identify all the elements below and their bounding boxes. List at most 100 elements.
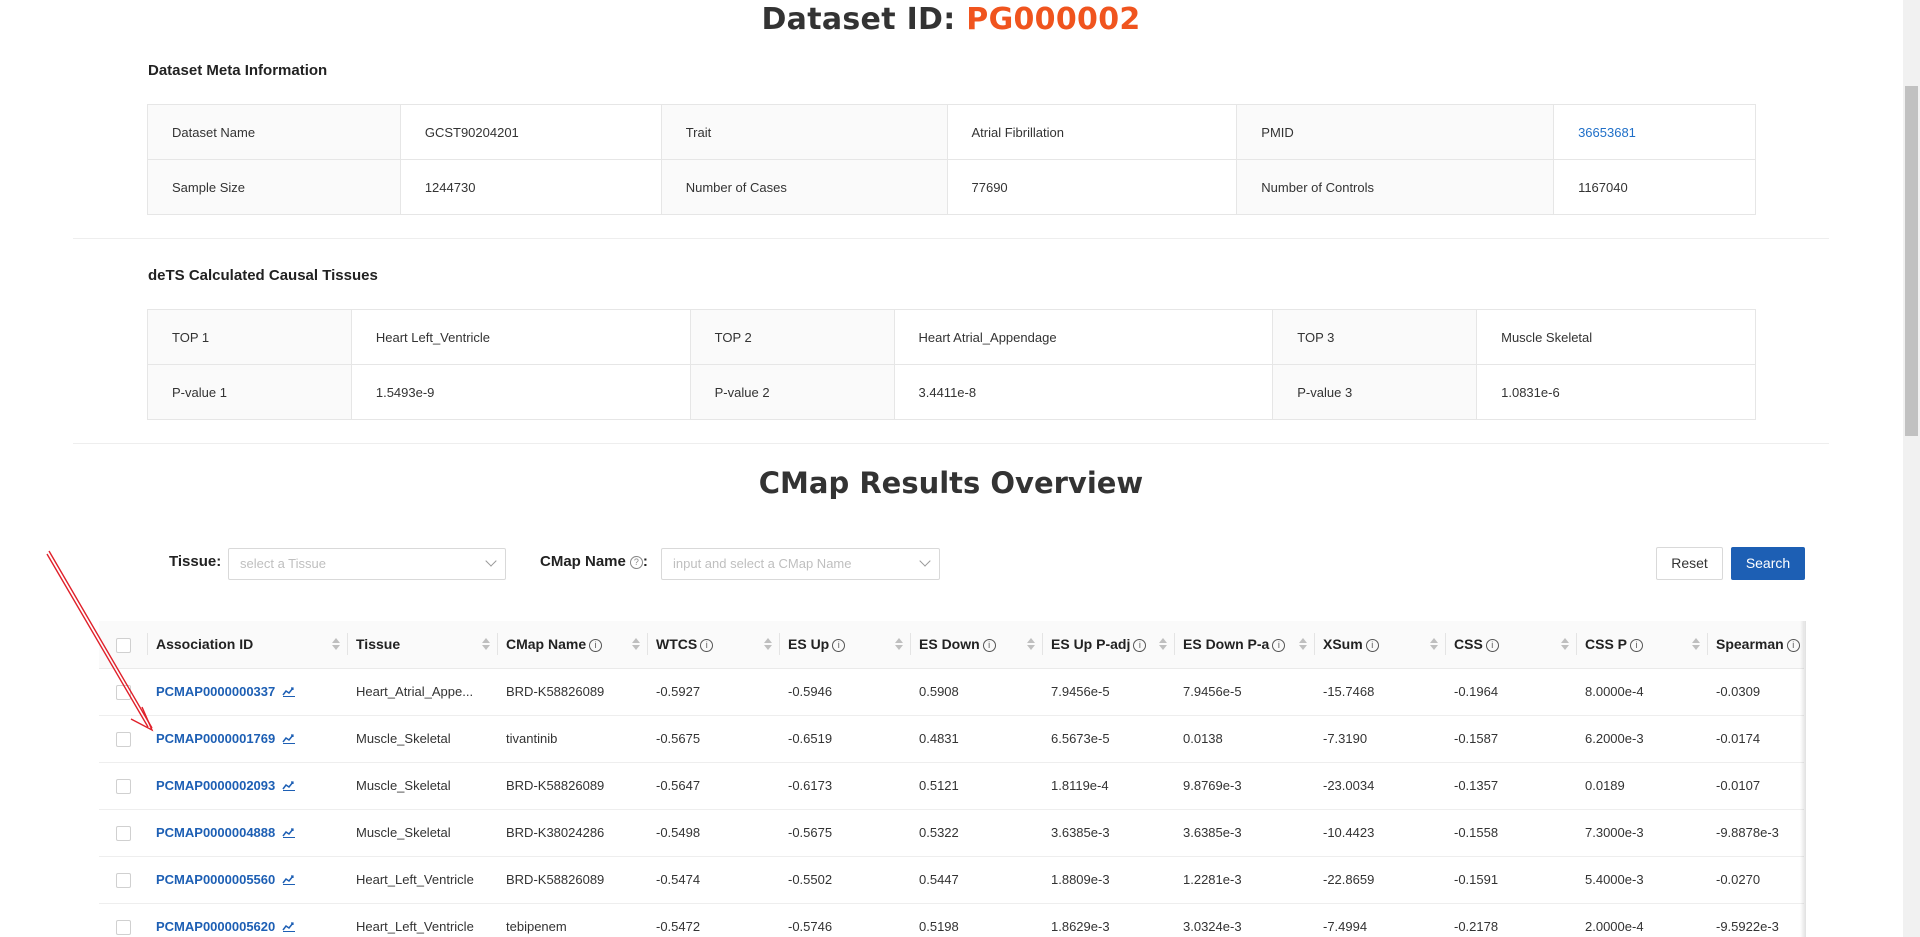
table-row[interactable]: PCMAP0000002093 Muscle_Skeletal BRD-K58826…: [99, 762, 1804, 810]
table-row[interactable]: PCMAP0000004888 Muscle_Skeletal BRD-K38024…: [99, 809, 1804, 857]
association-id-link[interactable]: PCMAP0000005560: [156, 872, 275, 887]
tissue-filter-label-text: Tissue: [169, 553, 217, 570]
table-cell: -0.0107: [1708, 762, 1804, 810]
sort-icon[interactable]: [632, 638, 640, 651]
table-cell: 0.0138: [1175, 715, 1315, 763]
column-header-label: CSS P: [1585, 636, 1628, 653]
tissues-heading: deTS Calculated Causal Tissues: [148, 267, 378, 284]
info-icon[interactable]: i: [982, 639, 996, 653]
association-id-link[interactable]: PCMAP0000004888: [156, 825, 275, 840]
table-cell: Heart_Left_Ventricle: [348, 903, 498, 937]
info-icon[interactable]: i: [1133, 639, 1147, 653]
sort-icon[interactable]: [764, 638, 772, 651]
column-header[interactable]: CMap Name i: [498, 621, 648, 669]
column-header-label: ES Up P-adj: [1051, 636, 1131, 653]
select-all-checkbox[interactable]: [116, 637, 131, 653]
info-icon[interactable]: i: [1786, 639, 1800, 653]
info-icon[interactable]: i: [700, 639, 714, 653]
sort-icon[interactable]: [332, 638, 340, 651]
column-header[interactable]: WTCS i: [648, 621, 780, 669]
column-header[interactable]: ES Down P-a i: [1175, 621, 1315, 669]
sort-icon[interactable]: [1692, 638, 1700, 651]
table-cell: 0.5447: [911, 856, 1043, 904]
info-icon[interactable]: i: [1485, 639, 1499, 653]
table-cell: -0.5647: [648, 762, 780, 810]
trend-chart-icon[interactable]: [282, 732, 296, 747]
row-checkbox[interactable]: [116, 872, 131, 888]
tissue-rank-value: Heart Left_Ventricle: [350, 309, 691, 365]
column-header[interactable]: XSum i: [1315, 621, 1446, 669]
info-icon[interactable]: i: [589, 639, 603, 653]
association-id-cell: PCMAP0000004888: [148, 809, 348, 857]
meta-label: Number of Controls: [1236, 159, 1555, 215]
trend-chart-icon[interactable]: [282, 779, 296, 794]
column-header[interactable]: Association ID: [148, 621, 348, 669]
trend-chart-icon[interactable]: [282, 826, 296, 841]
association-id-cell: PCMAP0000005620: [148, 903, 348, 937]
column-header[interactable]: CSS Pi: [1577, 621, 1708, 669]
table-cell: 0.4831: [911, 715, 1043, 763]
pmid-link[interactable]: 36653681: [1578, 125, 1636, 140]
trend-chart-icon[interactable]: [282, 873, 296, 888]
trend-chart-icon[interactable]: [282, 920, 296, 935]
results-table-container[interactable]: Association ID Tissue CMap Name i WTCS i E…: [99, 621, 1804, 937]
info-icon[interactable]: i: [1365, 639, 1379, 653]
table-cell: 9.8769e-3: [1175, 762, 1315, 810]
row-checkbox[interactable]: [116, 825, 131, 841]
row-checkbox[interactable]: [116, 778, 131, 794]
info-icon[interactable]: i: [1630, 639, 1644, 653]
association-id-link[interactable]: PCMAP0000002093: [156, 778, 275, 793]
column-header[interactable]: ES Up i: [780, 621, 911, 669]
sort-icon[interactable]: [1430, 638, 1438, 651]
sort-icon[interactable]: [1027, 638, 1035, 651]
table-row[interactable]: PCMAP0000000337 Heart_Atrial_Appe... BRD-K…: [99, 668, 1804, 716]
association-id-cell: PCMAP0000000337: [148, 668, 348, 716]
association-id-link[interactable]: PCMAP0000001769: [156, 731, 275, 746]
table-row[interactable]: PCMAP0000001769 Muscle_Skeletal tivantinib…: [99, 715, 1804, 763]
row-checkbox[interactable]: [116, 919, 131, 935]
sort-icon[interactable]: [482, 638, 490, 651]
pvalue-label: P-value 3: [1272, 364, 1478, 420]
table-cell: -0.5502: [780, 856, 911, 904]
sort-icon[interactable]: [1299, 638, 1307, 651]
cmap-name-select[interactable]: input and select a CMap Name: [661, 548, 940, 580]
column-header[interactable]: CSS i: [1446, 621, 1577, 669]
meta-value: 1167040: [1553, 159, 1756, 215]
table-cell: 0.5121: [911, 762, 1043, 810]
column-header[interactable]: Spearman i: [1708, 621, 1804, 669]
row-checkbox[interactable]: [116, 731, 131, 747]
row-select-cell: [99, 903, 148, 937]
table-cell: -0.5675: [648, 715, 780, 763]
association-id-link[interactable]: PCMAP0000000337: [156, 684, 275, 699]
info-icon[interactable]: i: [832, 639, 846, 653]
column-header-label: ES Down: [919, 636, 980, 653]
association-id-link[interactable]: PCMAP0000005620: [156, 919, 275, 934]
table-cell: tebipenem: [498, 903, 648, 937]
table-scroll-shadow: [1800, 621, 1806, 937]
column-header[interactable]: ES Up P-adj i: [1043, 621, 1175, 669]
table-cell: -9.8878e-3: [1708, 809, 1804, 857]
meta-heading: Dataset Meta Information: [148, 62, 328, 79]
table-row[interactable]: PCMAP0000005560 Heart_Left_Ventricle BRD-K…: [99, 856, 1804, 904]
row-checkbox[interactable]: [116, 684, 131, 700]
column-header[interactable]: ES Down i: [911, 621, 1043, 669]
table-row[interactable]: PCMAP0000005620 Heart_Left_Ventricle tebip…: [99, 903, 1804, 937]
reset-button[interactable]: Reset: [1656, 547, 1723, 580]
question-help-icon[interactable]: ?: [629, 556, 643, 569]
tissues-row: P-value 1 1.5493e-9 P-value 2 3.4411e-8 …: [147, 364, 1756, 420]
tissue-select[interactable]: select a Tissue: [228, 548, 506, 580]
page-scrollbar[interactable]: [1903, 0, 1920, 937]
meta-value: 1244730: [399, 159, 662, 215]
sort-icon[interactable]: [1159, 638, 1167, 651]
sort-icon[interactable]: [895, 638, 903, 651]
sort-icon[interactable]: [1561, 638, 1569, 651]
info-icon[interactable]: i: [1272, 639, 1286, 653]
scrollbar-thumb[interactable]: [1905, 86, 1918, 436]
column-header[interactable]: Tissue: [348, 621, 498, 669]
search-button[interactable]: Search: [1731, 547, 1805, 580]
trend-chart-icon[interactable]: [282, 685, 296, 700]
table-cell: Muscle_Skeletal: [348, 762, 498, 810]
row-select-cell: [99, 715, 148, 763]
table-cell: tivantinib: [498, 715, 648, 763]
cmap-filter-label-text: CMap Name: [540, 553, 626, 570]
